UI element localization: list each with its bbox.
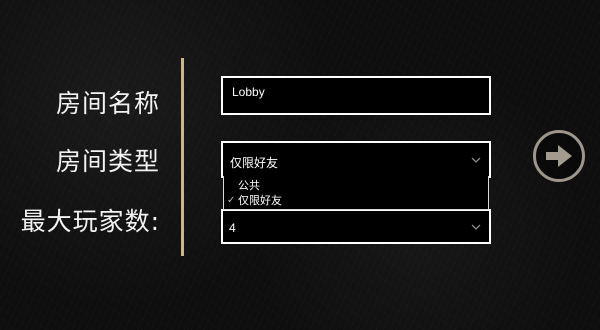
vertical-divider	[181, 58, 184, 256]
room-type-value: 仅限好友	[230, 156, 279, 170]
max-players-value: 4	[229, 221, 236, 235]
option-public[interactable]: 公共	[238, 179, 260, 193]
option-friends-only-label: 仅限好友	[238, 195, 282, 207]
room-name-input[interactable]: Lobby	[221, 76, 491, 115]
room-type-select[interactable]: 仅限好友	[221, 141, 491, 178]
max-players-select[interactable]: 4	[221, 209, 491, 244]
option-friends-only[interactable]: ✓ 仅限好友	[227, 194, 282, 208]
arrow-right-icon	[546, 145, 572, 167]
room-name-value: Lobby	[232, 85, 265, 99]
chevron-down-icon	[471, 157, 481, 163]
option-public-label: 公共	[238, 180, 260, 192]
chevron-down-icon	[471, 224, 481, 230]
room-name-label: 房间名称	[55, 89, 160, 118]
room-type-dropdown-list: 公共 ✓ 仅限好友	[223, 176, 489, 210]
room-type-label: 房间类型	[55, 147, 160, 176]
check-icon: ✓	[227, 195, 236, 206]
next-button[interactable]	[533, 130, 585, 182]
max-players-label: 最大玩家数:	[20, 207, 160, 236]
